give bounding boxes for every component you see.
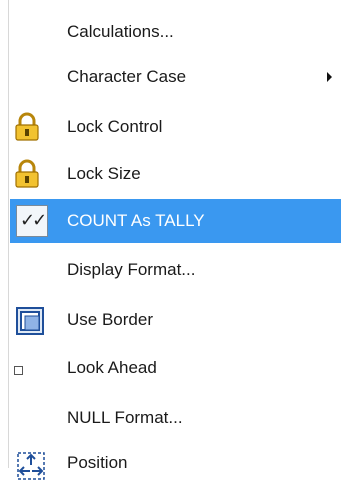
menu-item-label: Position bbox=[67, 453, 128, 472]
lock-icon bbox=[10, 152, 66, 196]
menu-item-character-case[interactable]: Character Case bbox=[10, 55, 341, 99]
lock-icon bbox=[10, 105, 66, 149]
submenu-arrow-icon bbox=[327, 72, 332, 82]
menu-item-use-border[interactable]: Use Border bbox=[10, 298, 341, 342]
position-icon bbox=[10, 441, 66, 485]
icon-slot bbox=[10, 396, 66, 440]
border-icon bbox=[10, 298, 66, 342]
icon-slot bbox=[10, 10, 66, 54]
context-menu: Calculations... Character Case Lock Cont… bbox=[0, 0, 341, 480]
menu-gutter-divider bbox=[8, 0, 9, 468]
icon-slot bbox=[10, 346, 66, 390]
checkmark-icon: ✓✓ bbox=[16, 205, 48, 237]
menu-item-label: NULL Format... bbox=[67, 408, 183, 427]
menu-item-label: Lock Control bbox=[67, 117, 163, 136]
menu-item-label: Calculations... bbox=[67, 22, 174, 41]
menu-item-label: Character Case bbox=[67, 67, 187, 86]
menu-item-label: COUNT As TALLY bbox=[67, 211, 205, 230]
icon-slot bbox=[10, 248, 66, 292]
menu-item-label: Use Border bbox=[67, 310, 153, 329]
menu-item-position[interactable]: Position bbox=[10, 441, 341, 485]
menu-item-label: Look Ahead bbox=[67, 358, 157, 377]
checkbox-icon bbox=[14, 366, 23, 375]
menu-item-look-ahead[interactable]: Look Ahead bbox=[10, 346, 341, 390]
menu-item-null-format[interactable]: NULL Format... bbox=[10, 396, 341, 440]
menu-item-display-format[interactable]: Display Format... bbox=[10, 248, 341, 292]
icon-slot: ✓✓ bbox=[10, 199, 66, 243]
menu-item-label: Display Format... bbox=[67, 260, 196, 279]
menu-item-lock-control[interactable]: Lock Control bbox=[10, 105, 341, 149]
menu-item-count-as-tally[interactable]: ✓✓ COUNT As TALLY bbox=[10, 199, 341, 243]
menu-item-calculations[interactable]: Calculations... bbox=[10, 10, 341, 54]
menu-item-label: Lock Size bbox=[67, 164, 141, 183]
menu-item-lock-size[interactable]: Lock Size bbox=[10, 152, 341, 196]
icon-slot bbox=[10, 55, 66, 99]
